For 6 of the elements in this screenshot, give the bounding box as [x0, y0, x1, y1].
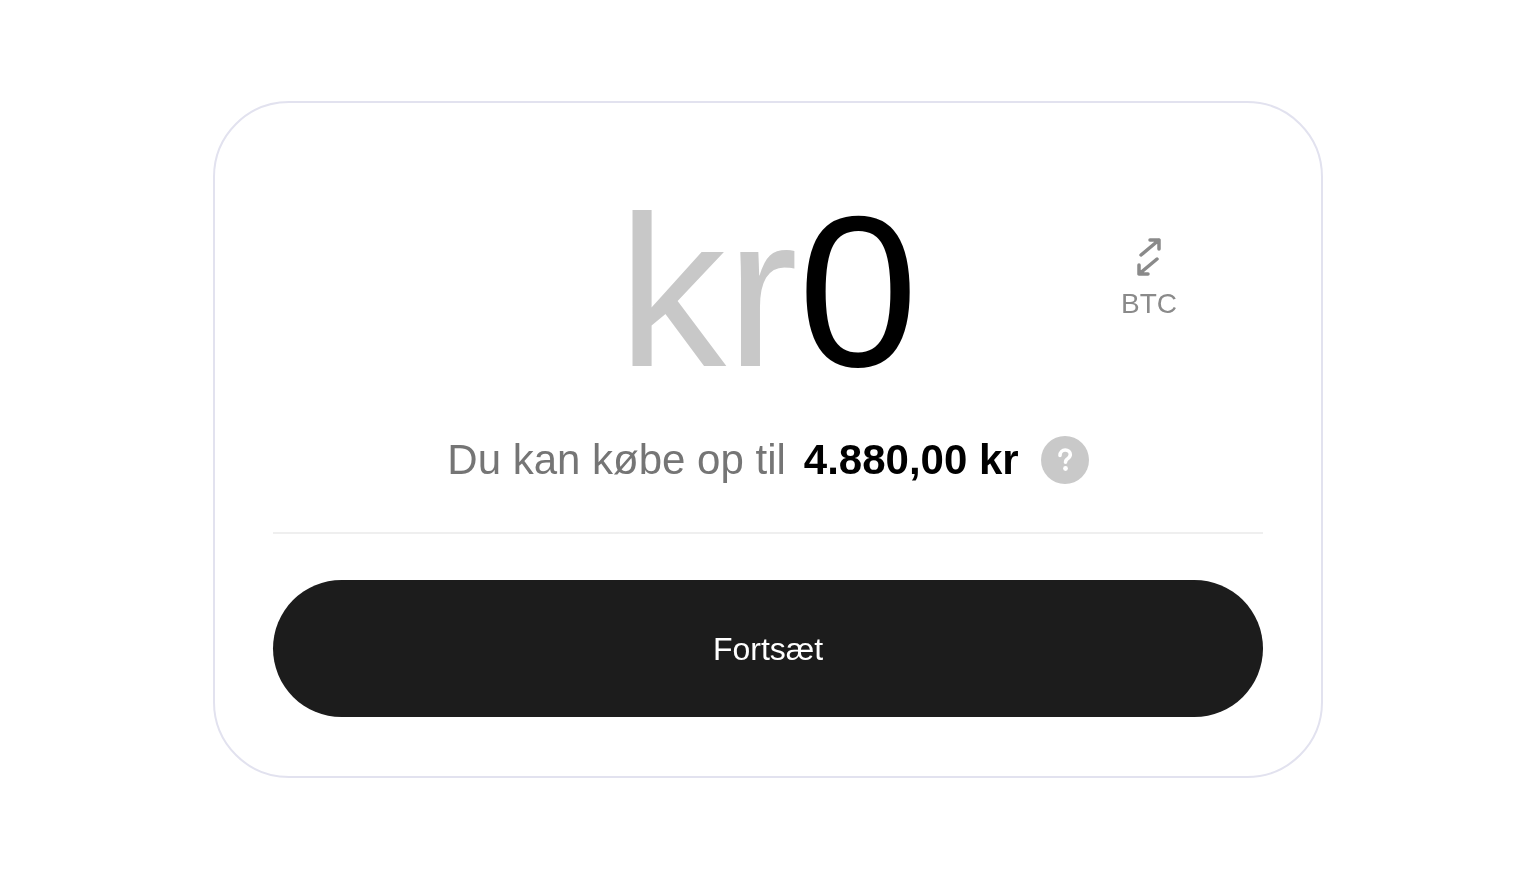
purchase-limit-amount: 4.880,00 kr — [803, 436, 1019, 484]
continue-button[interactable]: Fortsæt — [273, 580, 1263, 717]
amount-value: 0 — [797, 183, 919, 399]
swap-arrows-icon — [1136, 238, 1162, 276]
purchase-limit-label: Du kan købe op til — [447, 436, 786, 484]
help-icon[interactable] — [1040, 436, 1089, 484]
